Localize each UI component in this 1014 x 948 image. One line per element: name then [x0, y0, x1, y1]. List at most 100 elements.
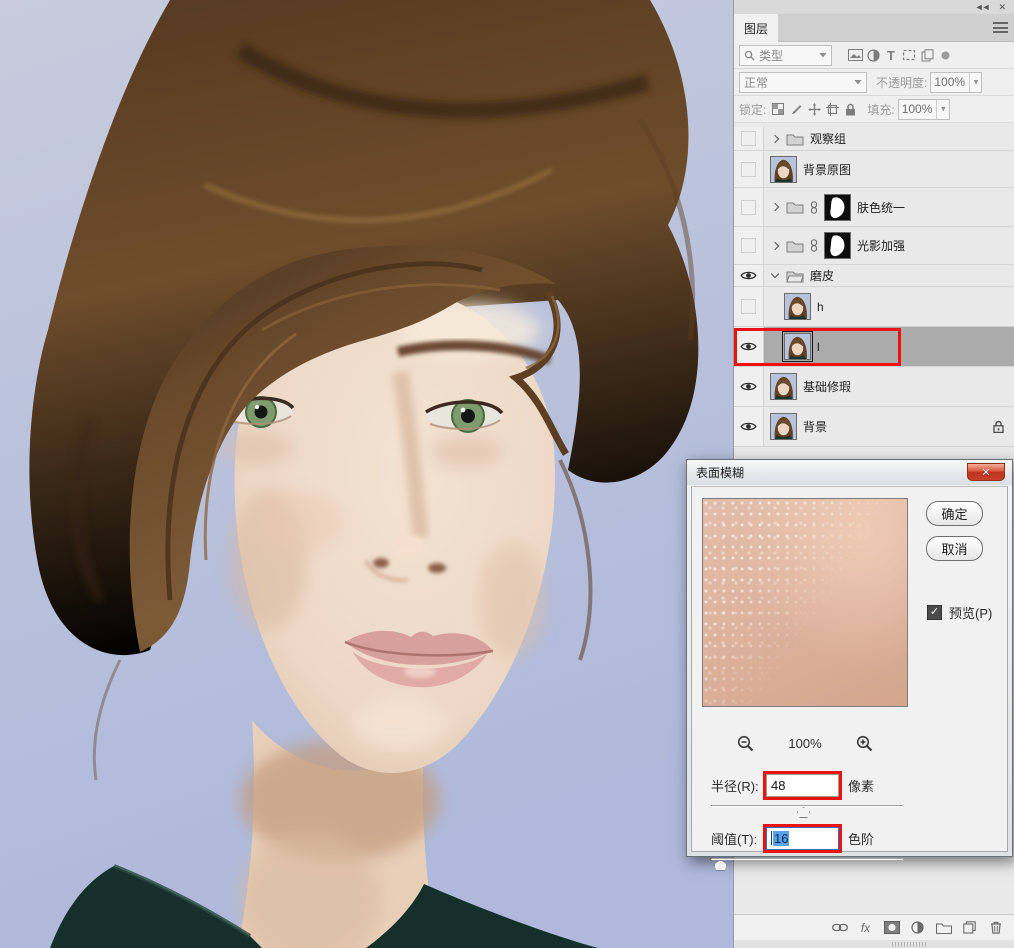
delete-layer-icon[interactable] — [987, 919, 1004, 936]
visibility-toggle[interactable] — [734, 188, 764, 226]
layer-row[interactable]: 背景 — [734, 407, 1014, 447]
lock-row: 锁定: 填充: 100% — [734, 96, 1014, 123]
folder-icon — [786, 134, 804, 145]
layer-thumbnail[interactable] — [770, 373, 797, 400]
lock-paint-icon[interactable] — [787, 100, 805, 118]
eye-icon — [740, 342, 757, 351]
search-icon — [744, 50, 755, 61]
threshold-slider-thumb[interactable] — [714, 860, 727, 871]
preview-zoom-controls: 100% — [702, 735, 908, 752]
filter-type-dropdown[interactable]: 类型 — [739, 44, 832, 66]
cancel-button-label: 取消 — [941, 542, 968, 557]
tab-layers[interactable]: 图层 — [734, 14, 779, 42]
shape-layer-filter-icon[interactable] — [900, 46, 918, 64]
radius-input[interactable]: 48 — [766, 773, 839, 797]
dialog-close-button[interactable]: ✕ — [967, 463, 1005, 481]
blend-mode-value: 正常 — [744, 75, 769, 90]
disclosure-closed-icon[interactable] — [770, 134, 780, 143]
radius-label: 半径(R): — [711, 778, 759, 794]
opacity-value-box[interactable]: 100% — [930, 71, 983, 93]
panel-tab-bar: 图层 — [734, 14, 1014, 42]
dialog-title-bar[interactable]: 表面模糊 — [687, 460, 1012, 485]
fill-label: 填充: — [867, 102, 895, 117]
layer-row[interactable]: 背景原图 — [734, 151, 1014, 188]
new-group-icon[interactable] — [935, 919, 952, 936]
lock-all-icon[interactable] — [841, 100, 859, 118]
cancel-button[interactable]: 取消 — [926, 536, 983, 561]
layer-row[interactable]: 基础修瑕 — [734, 367, 1014, 407]
blur-preview-image[interactable] — [702, 498, 908, 707]
filter-toggle-icon[interactable] — [936, 46, 954, 64]
visibility-toggle[interactable] — [734, 227, 764, 264]
lock-artboard-icon[interactable] — [823, 100, 841, 118]
layer-name: 基础修瑕 — [803, 380, 852, 394]
threshold-slider[interactable] — [711, 855, 903, 871]
layer-row[interactable]: l — [734, 327, 1014, 367]
layer-style-fx-icon[interactable]: fx — [857, 919, 874, 936]
radius-slider-thumb[interactable] — [797, 807, 810, 818]
layer-mask-thumbnail[interactable] — [824, 232, 851, 259]
visibility-toggle[interactable] — [734, 287, 764, 326]
eye-icon — [740, 422, 757, 431]
radius-row: 半径(R): 48 像素 — [692, 770, 1007, 800]
layer-thumbnail[interactable] — [770, 155, 797, 183]
lock-move-icon[interactable] — [805, 100, 823, 118]
new-adjustment-layer-icon[interactable] — [909, 919, 926, 936]
threshold-row: 阈值(T): 16 色阶 — [692, 823, 1007, 853]
layer-thumbnail[interactable] — [782, 331, 813, 362]
filter-type-label: 类型 — [759, 48, 784, 63]
layer-row[interactable]: 磨皮 — [734, 265, 1014, 287]
layer-thumbnail[interactable] — [770, 413, 797, 440]
panel-footer: fx — [734, 914, 1014, 940]
visibility-toggle[interactable] — [734, 407, 764, 446]
layer-row[interactable]: h — [734, 287, 1014, 327]
visibility-empty-well — [741, 161, 756, 177]
fill-value-box[interactable]: 100% — [897, 98, 950, 120]
type-layer-filter-icon[interactable]: T — [882, 46, 900, 64]
zoom-out-icon[interactable] — [737, 735, 754, 752]
disclosure-open-icon[interactable] — [770, 269, 780, 279]
add-layer-mask-icon[interactable] — [883, 919, 900, 936]
collapse-panels-icon[interactable]: ◄◄ — [975, 2, 991, 12]
new-layer-icon[interactable] — [961, 919, 978, 936]
layer-mask-thumbnail[interactable] — [824, 193, 851, 221]
link-layers-icon[interactable] — [831, 919, 848, 936]
adjustment-layer-filter-icon[interactable] — [864, 46, 882, 64]
layer-row[interactable]: 肤色统一 — [734, 188, 1014, 227]
visibility-empty-well — [741, 131, 756, 146]
layer-row[interactable]: 光影加强 — [734, 227, 1014, 265]
threshold-input[interactable]: 16 — [766, 826, 839, 850]
preview-checkbox-label: 预览(P) — [949, 606, 993, 621]
visibility-toggle[interactable] — [734, 265, 764, 286]
document-canvas[interactable] — [0, 0, 733, 948]
visibility-toggle[interactable] — [734, 367, 764, 406]
filter-row: 类型 T — [734, 42, 1014, 69]
preview-checkbox[interactable]: ✓ — [927, 605, 942, 620]
disclosure-closed-icon[interactable] — [770, 202, 780, 212]
panel-resize-grip[interactable] — [892, 942, 926, 947]
layer-row[interactable]: 观察组 — [734, 127, 1014, 151]
layer-list: 观察组背景原图 肤色统一 光影加强 磨皮 h l 基础修瑕背景 — [734, 127, 1014, 447]
slider-track — [711, 805, 903, 807]
layer-thumbnail[interactable] — [784, 293, 811, 320]
pixel-layer-filter-icon[interactable] — [846, 46, 864, 64]
lock-transparency-icon[interactable] — [769, 100, 787, 118]
folder-icon — [786, 241, 804, 252]
disclosure-closed-icon[interactable] — [770, 241, 780, 250]
panel-menu-icon[interactable] — [993, 22, 1008, 33]
slider-track — [711, 858, 903, 860]
radius-slider[interactable] — [711, 802, 903, 818]
layer-name: 观察组 — [810, 132, 847, 146]
blend-mode-dropdown[interactable]: 正常 — [739, 71, 867, 93]
ok-button[interactable]: 确定 — [926, 501, 983, 526]
chevron-down-icon — [819, 52, 827, 58]
chevron-down-icon — [973, 79, 979, 85]
visibility-toggle[interactable] — [734, 151, 764, 187]
visibility-toggle[interactable] — [734, 327, 764, 366]
radius-value: 48 — [771, 777, 786, 793]
preview-zoom-value: 100% — [788, 736, 822, 751]
zoom-in-icon[interactable] — [856, 735, 873, 752]
close-panel-icon[interactable]: ✕ — [998, 2, 1006, 12]
smart-object-filter-icon[interactable] — [918, 46, 936, 64]
visibility-toggle[interactable] — [734, 127, 764, 150]
